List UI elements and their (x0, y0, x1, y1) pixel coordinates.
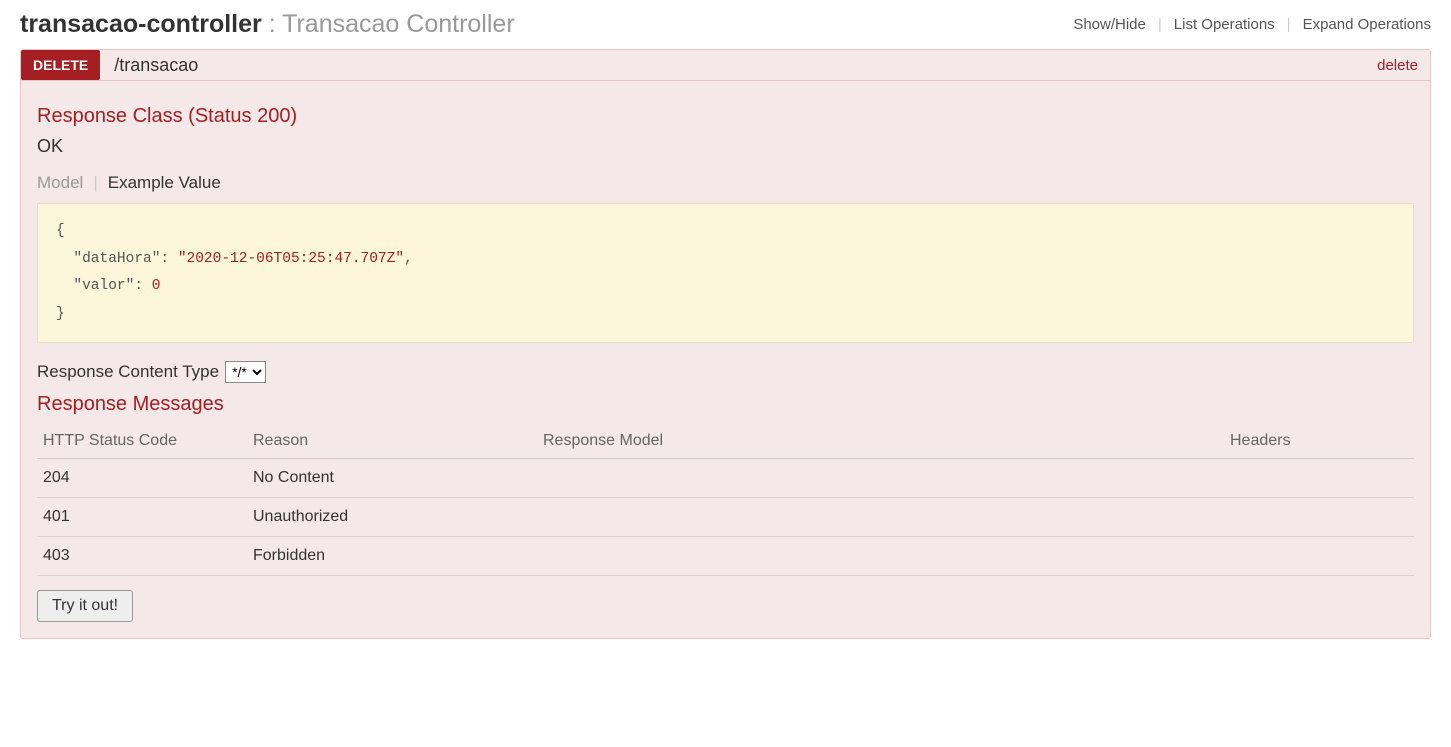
response-content-type-label: Response Content Type (37, 362, 219, 382)
response-status-text: OK (37, 136, 1414, 157)
controller-name: transacao-controller (20, 10, 262, 38)
model-example-tabs: Model | Example Value (37, 173, 1414, 193)
try-it-out-button[interactable]: Try it out! (37, 590, 133, 622)
action-sep: | (1158, 16, 1162, 33)
reason-cell: No Content (247, 459, 537, 498)
action-sep: | (1287, 16, 1291, 33)
controller-desc: Transacao Controller (282, 10, 515, 38)
operation-header[interactable]: DELETE /transacao delete (21, 50, 1430, 81)
expand-operations-link[interactable]: Expand Operations (1303, 16, 1431, 33)
example-json-block[interactable]: { "dataHora": "2020-12-06T05:25:47.707Z"… (37, 203, 1414, 343)
col-response-model: Response Model (537, 424, 1224, 459)
operation-summary: delete (1377, 57, 1418, 74)
headers-cell (1224, 498, 1414, 537)
response-content-type-select[interactable]: */* (225, 361, 266, 383)
response-messages-heading: Response Messages (37, 393, 1414, 416)
model-cell (537, 537, 1224, 576)
json-number: 0 (152, 278, 161, 294)
table-row: 403 Forbidden (37, 537, 1414, 576)
json-key: "dataHora" (73, 251, 160, 267)
tab-example-value[interactable]: Example Value (108, 173, 221, 193)
list-operations-link[interactable]: List Operations (1174, 16, 1275, 33)
status-code-cell: 204 (37, 459, 247, 498)
json-string: "2020-12-06T05:25:47.707Z" (178, 251, 404, 267)
col-headers: Headers (1224, 424, 1414, 459)
json-key: "valor" (73, 278, 134, 294)
status-code-cell: 403 (37, 537, 247, 576)
response-content-type-row: Response Content Type */* (37, 361, 1414, 383)
response-class-heading: Response Class (Status 200) (37, 105, 1414, 128)
col-reason: Reason (247, 424, 537, 459)
table-header-row: HTTP Status Code Reason Response Model H… (37, 424, 1414, 459)
headers-cell (1224, 459, 1414, 498)
controller-actions: Show/Hide | List Operations | Expand Ope… (1073, 16, 1431, 33)
operation-path: /transacao (114, 55, 198, 76)
table-row: 204 No Content (37, 459, 1414, 498)
tab-sep: | (93, 173, 97, 193)
headers-cell (1224, 537, 1414, 576)
table-row: 401 Unauthorized (37, 498, 1414, 537)
show-hide-link[interactable]: Show/Hide (1073, 16, 1146, 33)
reason-cell: Forbidden (247, 537, 537, 576)
operation-body: Response Class (Status 200) OK Model | E… (21, 81, 1430, 638)
http-method-badge: DELETE (21, 50, 100, 80)
tab-model[interactable]: Model (37, 173, 83, 193)
controller-header: transacao-controller : Transacao Control… (20, 10, 1431, 45)
col-http-status: HTTP Status Code (37, 424, 247, 459)
controller-sep: : (262, 10, 282, 38)
response-messages-table: HTTP Status Code Reason Response Model H… (37, 424, 1414, 576)
model-cell (537, 459, 1224, 498)
operation-container: DELETE /transacao delete Response Class … (20, 49, 1431, 639)
reason-cell: Unauthorized (247, 498, 537, 537)
model-cell (537, 498, 1224, 537)
controller-title[interactable]: transacao-controller : Transacao Control… (20, 10, 515, 39)
status-code-cell: 401 (37, 498, 247, 537)
